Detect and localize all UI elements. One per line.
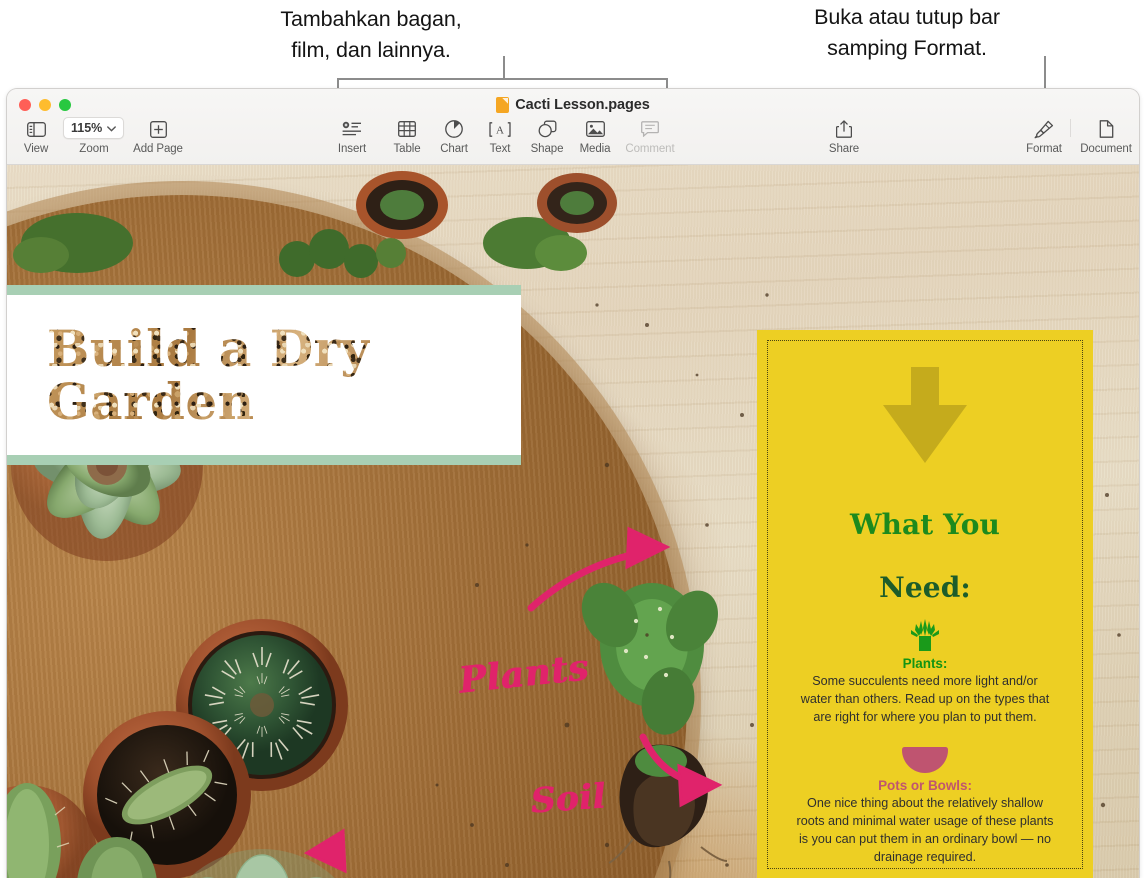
paintbrush-icon [1034,119,1054,139]
comment-button[interactable]: Comment [621,119,679,155]
table-grid-icon [398,119,416,139]
photo-icon [585,119,605,139]
what-you-need-dashed-frame: What You Need: Plants: Some succulents n… [767,340,1083,869]
svg-text:A: A [496,124,504,136]
need-block-pots: Pots or Bowls: One nice thing about the … [792,740,1058,866]
share-button[interactable]: Share [815,119,873,155]
zoom-value: 115% [71,121,103,135]
down-arrow-icon [883,367,967,463]
comment-bubble-icon [641,119,659,139]
what-you-need-title-line1: What You [849,507,1000,541]
comment-label: Comment [625,143,675,155]
what-you-need-title-line2: Need: [879,570,971,604]
what-you-need-title: What You Need: [792,477,1058,604]
format-button[interactable]: Format [1015,119,1073,155]
insert-button[interactable]: Insert [323,119,381,155]
plus-square-icon [149,119,167,139]
share-label: Share [828,143,860,155]
view-label: View [23,143,49,155]
sidebar-icon [26,119,46,139]
need-heading-plants: Plants: [902,655,948,671]
format-label: Format [1026,143,1062,155]
pages-document-icon [496,97,510,113]
add-page-button[interactable]: Add Page [129,119,187,155]
cactus-icon [792,618,1058,652]
text-box-icon: A [489,119,511,139]
need-body-pots: One nice thing about the relatively shal… [796,795,1054,864]
table-label: Table [393,143,421,155]
document-headline[interactable]: Build a Dry Garden [47,322,371,428]
add-page-label: Add Page [133,143,183,155]
zoom-select[interactable]: 115% [63,117,125,139]
document-label: Document [1080,143,1132,155]
document-title[interactable]: Cacti Lesson.pages [515,97,649,113]
callout-leader-line-left [503,56,505,80]
document-title-card-inner: Build a Dry Garden [7,295,521,455]
pages-app-window: Cacti Lesson.pages View 115% Zoom Add Pa… [6,88,1140,878]
insert-label: Insert [337,143,367,155]
media-label: Media [579,143,611,155]
need-heading-pots: Pots or Bowls: [878,777,972,793]
insert-list-icon [342,119,362,139]
shapes-icon [538,119,557,139]
document-canvas[interactable]: Plants Soil Bowls Build a Dry Garden Wha… [7,165,1139,878]
zoom-label: Zoom [79,143,109,155]
document-page-icon [1099,119,1114,139]
bowl-icon [792,740,1058,774]
succulent-photo-cluster [7,171,728,878]
view-button[interactable]: View [7,119,65,155]
chart-label: Chart [440,143,468,155]
text-label: Text [489,143,511,155]
document-title-card[interactable]: Build a Dry Garden [7,285,521,465]
chevron-down-icon [107,119,117,137]
document-button[interactable]: Document [1077,119,1135,155]
shape-label: Shape [530,143,564,155]
window-titlebar: Cacti Lesson.pages View 115% Zoom Add Pa… [7,89,1139,165]
media-button[interactable]: Media [566,119,624,155]
ink-annotation-soil: Soil [529,776,608,822]
pie-chart-icon [445,119,463,139]
need-block-plants: Plants: Some succulents need more light … [792,618,1058,726]
callout-label-insert: Tambahkan bagan, film, dan lainnya. [280,7,462,63]
toolbar-divider [1070,119,1071,137]
need-body-plants: Some succulents need more light and/or w… [800,673,1050,724]
callout-label-format: Buka atau tutup bar samping Format. [814,5,1000,61]
what-you-need-panel[interactable]: What You Need: Plants: Some succulents n… [757,330,1093,878]
screenshot-root: Tambahkan bagan, film, dan lainnya. Buka… [0,0,1146,878]
document-title-group: Cacti Lesson.pages [7,97,1139,113]
share-upload-icon [836,119,852,139]
